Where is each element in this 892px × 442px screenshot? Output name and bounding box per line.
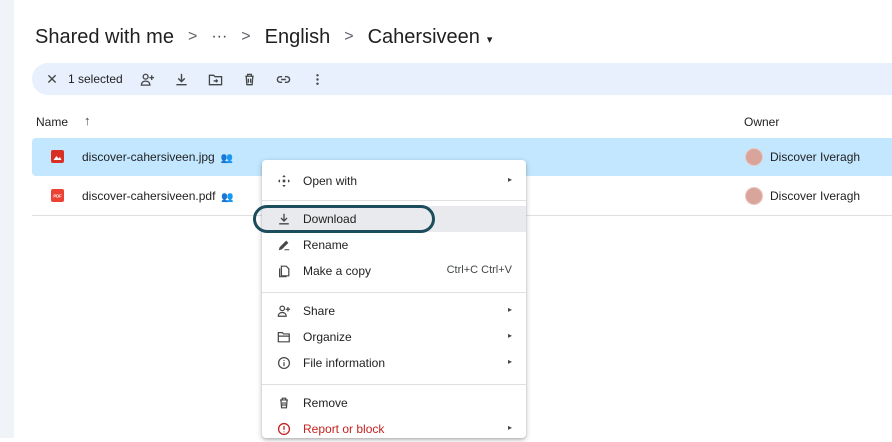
shared-people-icon: 👥 [221, 192, 234, 203]
download-icon[interactable] [171, 68, 193, 90]
keyboard-shortcut: Ctrl+C Ctrl+V [446, 264, 512, 276]
breadcrumb-current-folder[interactable]: Cahersiveen ▾ [368, 26, 493, 49]
breadcrumb-cahersiveen: Cahersiveen [367, 25, 480, 48]
pdf-file-icon: PDF [51, 189, 64, 202]
owner-name: Discover Iveragh [770, 150, 861, 164]
left-panel-edge [0, 0, 14, 438]
pencil-icon [276, 237, 292, 253]
submenu-arrow-icon: ▸ [507, 331, 512, 340]
breadcrumb-shared-with-me[interactable]: Shared with me [35, 26, 174, 49]
move-to-folder-icon[interactable] [205, 68, 227, 90]
menu-item-organize[interactable]: Organize ▸ [262, 324, 526, 350]
sort-arrow-up-icon[interactable]: ↑ [84, 113, 91, 128]
menu-divider [262, 200, 526, 201]
trash-icon[interactable] [239, 68, 261, 90]
owner-name: Discover Iveragh [770, 189, 861, 203]
trash-icon [276, 395, 292, 411]
owner-avatar [745, 187, 763, 205]
file-list-header: Name ↑ Owner [32, 108, 892, 136]
menu-item-download[interactable]: Download [262, 206, 526, 232]
owner-column-header[interactable]: Owner [744, 115, 779, 129]
breadcrumb-english[interactable]: English [265, 26, 331, 49]
caret-down-icon: ▾ [486, 33, 493, 46]
file-name: discover-cahersiveen.jpg 👥 [82, 150, 234, 164]
link-icon[interactable] [273, 68, 295, 90]
menu-divider [262, 292, 526, 293]
menu-item-make-a-copy[interactable]: Make a copy Ctrl+C Ctrl+V [262, 258, 526, 284]
open-with-icon [276, 173, 292, 189]
chevron-right-icon: > [187, 28, 198, 45]
context-menu: Open with ▸ Download Rename Make a copy … [262, 160, 526, 438]
svg-text:PDF: PDF [53, 194, 62, 199]
owner-avatar [745, 148, 763, 166]
chevron-right-icon: > [241, 28, 251, 45]
menu-item-remove[interactable]: Remove [262, 390, 526, 416]
submenu-arrow-icon: ▸ [507, 305, 512, 314]
chevron-right-icon: > [344, 28, 354, 45]
file-name: discover-cahersiveen.pdf 👥 [82, 189, 234, 203]
report-alert-icon [276, 421, 292, 437]
download-icon [276, 211, 292, 227]
submenu-arrow-icon: ▸ [507, 357, 512, 366]
clear-selection-button[interactable]: ✕ [36, 71, 68, 88]
info-icon [276, 355, 292, 371]
breadcrumb: Shared with me > ··· > English > Cahersi… [35, 22, 492, 52]
shared-people-icon: 👥 [220, 153, 234, 164]
name-column-header[interactable]: Name [36, 115, 68, 129]
folder-open-icon [276, 329, 292, 345]
breadcrumb-ellipsis-button[interactable]: ··· [211, 28, 227, 46]
menu-divider [262, 384, 526, 385]
menu-item-rename[interactable]: Rename [262, 232, 526, 258]
share-person-add-icon[interactable] [137, 68, 159, 90]
menu-item-open-with[interactable]: Open with ▸ [262, 168, 526, 194]
menu-item-file-information[interactable]: File information ▸ [262, 350, 526, 376]
share-person-add-icon [276, 303, 292, 319]
more-vert-icon[interactable] [307, 68, 329, 90]
submenu-arrow-icon: ▸ [507, 423, 512, 432]
selection-count: 1 selected [68, 72, 123, 86]
copy-icon [276, 263, 292, 279]
menu-item-report-or-block[interactable]: Report or block ▸ [262, 416, 526, 442]
image-file-icon [51, 150, 64, 163]
submenu-arrow-icon: ▸ [507, 175, 512, 184]
menu-item-share[interactable]: Share ▸ [262, 298, 526, 324]
selection-toolbar: ✕ 1 selected [32, 63, 892, 95]
